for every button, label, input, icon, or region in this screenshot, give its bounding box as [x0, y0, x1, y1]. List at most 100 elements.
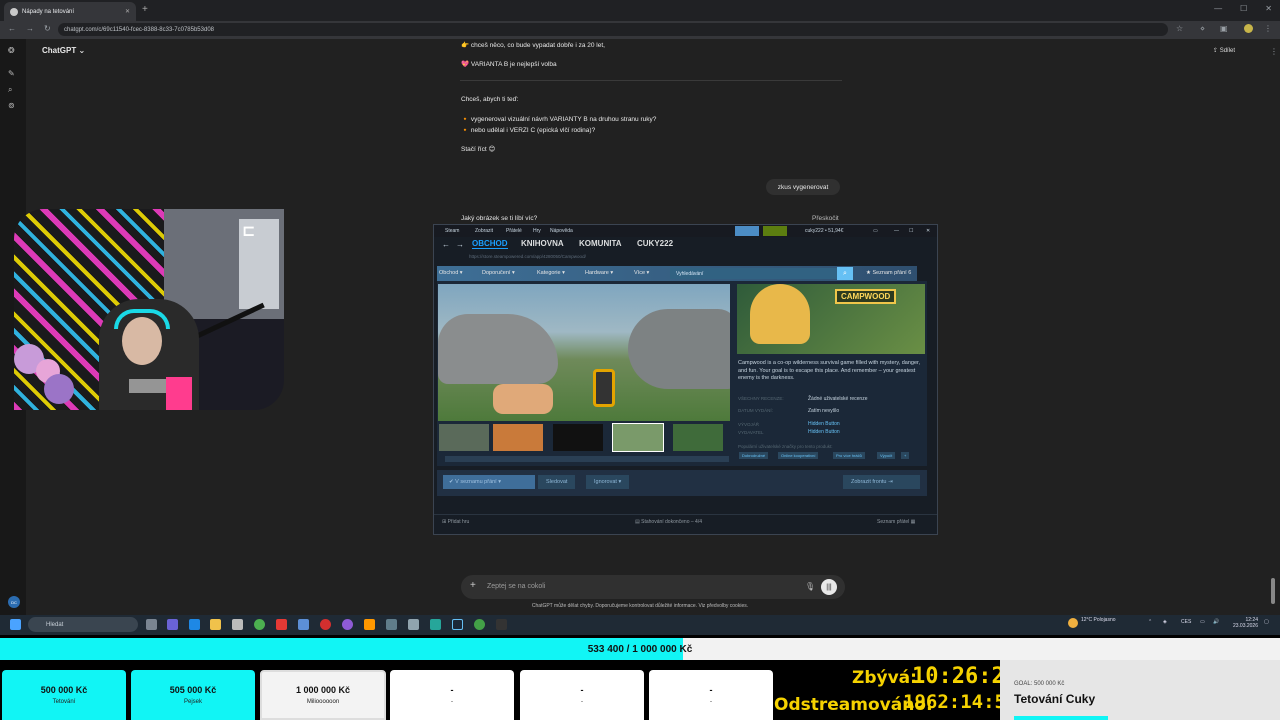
- tag[interactable]: Pro více hráčů: [833, 452, 865, 459]
- steam-icon[interactable]: [452, 619, 463, 630]
- taskbar-search[interactable]: Hledat: [28, 617, 138, 632]
- tray-chevron-icon[interactable]: ⌃: [1148, 619, 1152, 625]
- attach-plus-icon[interactable]: +: [470, 580, 476, 591]
- library-icon[interactable]: ⊚: [8, 101, 15, 110]
- new-tab-icon[interactable]: +: [142, 4, 148, 15]
- store-link-recommendations[interactable]: Doporučení ▾: [482, 270, 515, 276]
- developer-link[interactable]: Hidden Button: [808, 421, 840, 427]
- steam-monitor-icon[interactable]: ▭: [873, 228, 878, 234]
- share-button[interactable]: ⇪ Sdílet: [1213, 47, 1235, 54]
- microphone-icon[interactable]: 🎙: [805, 582, 815, 591]
- steam-menu-steam[interactable]: Steam: [445, 228, 459, 234]
- notifications-icon[interactable]: ▢: [1264, 619, 1269, 625]
- extension-icon[interactable]: ⋄: [1200, 24, 1205, 33]
- downloads-status[interactable]: ▤ Stahování dokončeno – 4/4: [635, 519, 702, 525]
- wishlist-button[interactable]: ✔ V seznamu přání ▾: [443, 475, 535, 489]
- app-icon[interactable]: [474, 619, 485, 630]
- steam-tab-library[interactable]: KNIHOVNA: [521, 239, 564, 248]
- volume-icon[interactable]: 🔊: [1213, 619, 1219, 625]
- tray-icon[interactable]: ◈: [1163, 619, 1167, 625]
- steam-forward-icon[interactable]: →: [456, 240, 464, 249]
- edge-icon[interactable]: [189, 619, 200, 630]
- game-screenshot-main[interactable]: [438, 284, 730, 421]
- file-explorer-icon[interactable]: [210, 619, 221, 630]
- clock[interactable]: 12:24 23.03.2026: [1230, 617, 1258, 629]
- thumbnail-scrollbar[interactable]: [445, 456, 729, 462]
- maximize-icon[interactable]: ☐: [1240, 4, 1247, 13]
- tag[interactable]: Výpočt: [877, 452, 896, 459]
- store-search-icon[interactable]: ⌕: [837, 267, 853, 280]
- tag[interactable]: Online kooperativní: [778, 452, 819, 459]
- store-search-input[interactable]: Vyhledávání: [670, 268, 837, 279]
- back-icon[interactable]: ←: [8, 24, 16, 33]
- app-icon[interactable]: [430, 619, 441, 630]
- store-link-hardware[interactable]: Hardware ▾: [585, 270, 613, 276]
- openai-logo-icon[interactable]: ❂: [8, 46, 15, 55]
- profile-badge[interactable]: DC: [8, 596, 20, 608]
- steam-tab-community[interactable]: KOMUNITA: [579, 239, 622, 248]
- steam-maximize-icon[interactable]: ☐: [909, 228, 913, 234]
- steam-menu-games[interactable]: Hry: [533, 228, 541, 234]
- view-queue-button[interactable]: Zobrazit frontu ⇥: [843, 475, 920, 489]
- thumbnail[interactable]: [492, 423, 544, 452]
- search-icon[interactable]: ⌕: [8, 85, 12, 95]
- publisher-link[interactable]: Hidden Button: [808, 429, 840, 435]
- notifications-icon[interactable]: [763, 226, 787, 236]
- steam-user[interactable]: cuky222 • 51,94€: [805, 228, 843, 234]
- reload-icon[interactable]: ↻: [44, 24, 51, 33]
- store-icon[interactable]: [232, 619, 243, 630]
- steam-menu-friends[interactable]: Přátelé: [506, 228, 522, 234]
- wishlist-link[interactable]: ★ Seznam přání 6: [866, 270, 911, 276]
- thumbnail[interactable]: [438, 423, 490, 452]
- settings-icon[interactable]: [408, 619, 419, 630]
- app-icon[interactable]: [364, 619, 375, 630]
- model-selector[interactable]: ChatGPT ⌄: [42, 46, 85, 55]
- browser-tab[interactable]: Nápady na tetování ✕: [4, 2, 136, 21]
- app-icon[interactable]: [496, 619, 507, 630]
- app-icon[interactable]: [342, 619, 353, 630]
- friends-list-button[interactable]: Seznam přátel ▦: [877, 519, 915, 525]
- close-tab-icon[interactable]: ✕: [125, 8, 130, 15]
- store-link-store[interactable]: Obchod ▾: [439, 270, 463, 276]
- steam-tab-profile[interactable]: CUKY222: [637, 239, 673, 248]
- follow-button[interactable]: Sledovat: [538, 475, 576, 489]
- menu-kebab-icon[interactable]: ⋮: [1264, 24, 1272, 33]
- thumbnail[interactable]: [552, 423, 604, 452]
- app-icon[interactable]: [386, 619, 397, 630]
- skip-button[interactable]: Přeskočit: [812, 215, 839, 222]
- store-link-more[interactable]: Více ▾: [634, 270, 649, 276]
- url-field[interactable]: chatgpt.com/c/69c11540-fcec-8388-8c33-7c…: [58, 23, 1168, 36]
- language-indicator[interactable]: CES: [1181, 619, 1191, 625]
- chrome-icon[interactable]: [254, 619, 265, 630]
- start-icon[interactable]: [10, 619, 21, 630]
- voice-mode-icon[interactable]: |||: [821, 579, 837, 595]
- app-icon[interactable]: [298, 619, 309, 630]
- store-link-categories[interactable]: Kategorie ▾: [537, 270, 565, 276]
- profile-avatar[interactable]: [1244, 24, 1253, 33]
- page-scrollbar[interactable]: [1271, 578, 1275, 604]
- app-icon[interactable]: [320, 619, 331, 630]
- weather-text[interactable]: 12°C Polojasno: [1081, 617, 1121, 623]
- more-options-icon[interactable]: ⋮: [1270, 47, 1278, 56]
- network-icon[interactable]: ▭: [1200, 619, 1205, 625]
- thumbnail[interactable]: [672, 423, 724, 452]
- app-icon[interactable]: [276, 619, 287, 630]
- steam-minimize-icon[interactable]: —: [894, 228, 899, 234]
- steam-tab-store[interactable]: OBCHOD: [472, 239, 508, 249]
- weather-icon[interactable]: [1068, 618, 1078, 628]
- minimize-icon[interactable]: —: [1214, 4, 1222, 13]
- announcement-icon[interactable]: [735, 226, 759, 236]
- task-view-icon[interactable]: [146, 619, 157, 630]
- composer-input[interactable]: Zeptej se na cokoli: [487, 583, 545, 590]
- steam-close-icon[interactable]: ✕: [926, 228, 930, 234]
- thumbnail-selected[interactable]: [612, 423, 664, 452]
- steam-menu-help[interactable]: Nápověda: [550, 228, 573, 234]
- steam-menu-view[interactable]: Zobrazit: [475, 228, 493, 234]
- extensions-puzzle-icon[interactable]: ▣: [1220, 24, 1228, 33]
- add-game-button[interactable]: ⊞ Přidat hru: [442, 519, 469, 525]
- tag[interactable]: +: [901, 452, 910, 459]
- bookmark-star-icon[interactable]: ☆: [1176, 24, 1183, 33]
- ignore-button[interactable]: Ignorovat ▾: [586, 475, 630, 489]
- teams-icon[interactable]: [167, 619, 178, 630]
- new-chat-icon[interactable]: ✎: [8, 69, 15, 78]
